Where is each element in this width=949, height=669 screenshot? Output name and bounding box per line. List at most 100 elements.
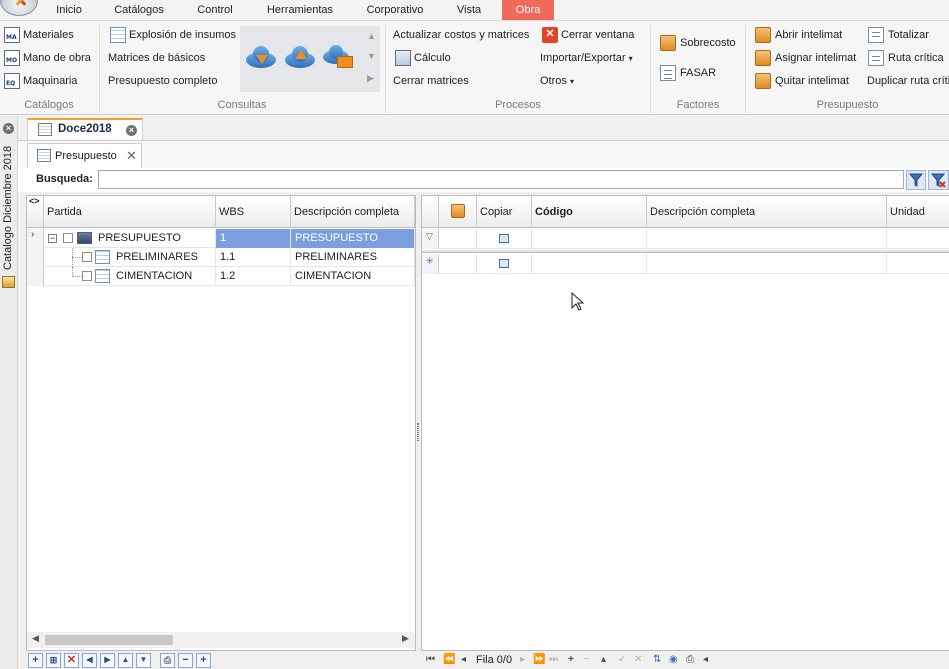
- column-header-partida[interactable]: Partida: [44, 196, 216, 228]
- importar-exportar-dropdown[interactable]: Importar/Exportar ▾: [540, 49, 633, 67]
- subtab-presupuesto[interactable]: Presupuesto ✕: [27, 143, 142, 168]
- column-header-descripcion[interactable]: Descripción completa: [291, 196, 415, 228]
- add-record-icon[interactable]: +: [568, 654, 574, 665]
- prev-page-icon[interactable]: ⏪: [443, 654, 455, 665]
- cerrar-ventana-button[interactable]: Cerrar ventana: [561, 26, 634, 44]
- column-header-codigo[interactable]: Código: [532, 196, 647, 228]
- scroll-left-icon[interactable]: ◀: [32, 633, 39, 644]
- mano-de-obra-button[interactable]: Mano de obra: [23, 49, 91, 67]
- print-icon[interactable]: ⎙: [686, 654, 694, 665]
- new-item-cell[interactable]: [887, 254, 949, 273]
- fasar-button[interactable]: FASAR: [680, 64, 716, 82]
- cell-descripcion[interactable]: CIMENTACION: [291, 267, 415, 286]
- new-item-cell[interactable]: [439, 254, 477, 273]
- expand-all-button[interactable]: +: [196, 653, 211, 668]
- cell-descripcion[interactable]: PRESUPUESTO: [291, 229, 415, 248]
- abrir-intelimat-button[interactable]: Abrir intelimat: [775, 26, 842, 44]
- app-menu-button[interactable]: [0, 0, 38, 16]
- collapse-icon[interactable]: −: [48, 234, 57, 243]
- row-indicator[interactable]: ›: [27, 229, 44, 248]
- move-left-button[interactable]: ◀: [82, 653, 97, 668]
- new-item-cell[interactable]: [647, 254, 887, 273]
- next-page-icon[interactable]: ⏩: [533, 654, 545, 665]
- row-indicator[interactable]: [27, 267, 44, 286]
- filter-cell[interactable]: [647, 229, 887, 248]
- row-checkbox[interactable]: [82, 271, 92, 281]
- tab-vista[interactable]: Vista: [448, 0, 490, 20]
- explosion-insumos-button[interactable]: Explosión de insumos: [129, 26, 236, 44]
- first-record-icon[interactable]: ⏮: [426, 654, 435, 665]
- gallery-up-icon[interactable]: ▲: [367, 31, 376, 41]
- cloud-sync-icon[interactable]: [321, 44, 355, 70]
- insert-child-button[interactable]: ⊞: [46, 653, 61, 668]
- scroll-left-icon[interactable]: ◂: [703, 654, 708, 665]
- ruta-critica-button[interactable]: Ruta crítica: [888, 49, 944, 67]
- prev-record-icon[interactable]: ◂: [461, 654, 466, 665]
- maquinaria-button[interactable]: Maquinaria: [23, 72, 77, 90]
- filter-cell[interactable]: [532, 229, 647, 248]
- horizontal-scrollbar[interactable]: ◀ ▶: [27, 632, 415, 648]
- expand-toggle[interactable]: <>: [29, 196, 40, 206]
- move-up-button[interactable]: ▲: [118, 653, 133, 668]
- column-header-descripcion[interactable]: Descripción completa: [647, 196, 887, 228]
- column-header-unidad[interactable]: Unidad: [887, 196, 949, 228]
- quitar-intelimat-button[interactable]: Quitar intelimat: [775, 72, 849, 90]
- presupuesto-completo-button[interactable]: Presupuesto completo: [108, 72, 217, 90]
- column-header-wbs[interactable]: WBS: [216, 196, 291, 228]
- duplicar-ruta-critica-button[interactable]: Duplicar ruta crítica: [867, 72, 949, 90]
- materiales-button[interactable]: Materiales: [23, 26, 74, 44]
- grid-corner[interactable]: <>: [27, 196, 44, 228]
- move-up-icon[interactable]: ▴: [601, 654, 606, 665]
- scroll-thumb[interactable]: [45, 635, 173, 645]
- table-row[interactable]: › − PRESUPUESTO 1 PRESUPUESTO: [27, 229, 415, 248]
- row-indicator[interactable]: [27, 248, 44, 267]
- row-checkbox[interactable]: [82, 252, 92, 262]
- tab-corporativo[interactable]: Corporativo: [356, 0, 434, 20]
- move-down-button[interactable]: ▼: [136, 653, 151, 668]
- accept-icon[interactable]: ✓: [618, 654, 626, 665]
- clear-filter-button[interactable]: [928, 170, 949, 190]
- move-right-button[interactable]: ▶: [100, 653, 115, 668]
- cell-wbs[interactable]: 1.1: [216, 248, 291, 267]
- matrices-basicos-button[interactable]: Matrices de básicos: [108, 49, 205, 67]
- filter-cell[interactable]: [887, 229, 949, 248]
- row-checkbox[interactable]: [63, 233, 73, 243]
- column-header-copiar[interactable]: Copiar: [477, 196, 532, 228]
- close-subtab-icon[interactable]: ✕: [126, 148, 137, 164]
- cell-partida[interactable]: CIMENTACION: [44, 267, 216, 286]
- cloud-upload-icon[interactable]: [283, 44, 317, 70]
- cancel-icon[interactable]: ✕: [634, 654, 642, 665]
- asignar-intelimat-button[interactable]: Asignar intelimat: [775, 49, 856, 67]
- cloud-download-icon[interactable]: [244, 44, 278, 70]
- tab-obra[interactable]: Obra: [502, 0, 554, 20]
- filter-cell[interactable]: [439, 229, 477, 248]
- new-item-row[interactable]: ✳: [422, 254, 949, 274]
- new-item-cell-copiar[interactable]: [477, 254, 532, 273]
- otros-dropdown[interactable]: Otros ▾: [540, 72, 574, 90]
- filter-cell-copiar[interactable]: [477, 229, 532, 248]
- next-record-icon[interactable]: ▸: [520, 654, 525, 665]
- tab-herramientas[interactable]: Herramientas: [258, 0, 342, 20]
- new-item-cell[interactable]: [532, 254, 647, 273]
- table-row[interactable]: CIMENTACION 1.2 CIMENTACION: [27, 267, 415, 286]
- cell-wbs[interactable]: 1.2: [216, 267, 291, 286]
- column-header-icon[interactable]: [439, 196, 477, 228]
- filter-button[interactable]: [906, 170, 926, 190]
- catalog-side-panel[interactable]: × Catalogo Diciembre 2018: [0, 116, 18, 669]
- gallery-down-icon[interactable]: ▼: [367, 51, 376, 61]
- remove-record-icon[interactable]: −: [584, 654, 590, 665]
- sobrecosto-button[interactable]: Sobrecosto: [680, 34, 736, 52]
- totalizar-button[interactable]: Totalizar: [888, 26, 929, 44]
- cell-descripcion[interactable]: PRELIMINARES: [291, 248, 415, 267]
- close-document-icon[interactable]: ×: [126, 125, 137, 136]
- actualizar-costos-button[interactable]: Actualizar costos y matrices: [393, 26, 529, 44]
- close-icon[interactable]: ×: [3, 123, 14, 134]
- table-row[interactable]: PRELIMINARES 1.1 PRELIMINARES: [27, 248, 415, 267]
- catalog-side-tab[interactable]: Catalogo Diciembre 2018: [2, 146, 16, 270]
- document-tab[interactable]: Doce2018 ×: [27, 118, 143, 140]
- collapse-all-button[interactable]: −: [178, 653, 193, 668]
- cell-wbs[interactable]: 1: [216, 229, 291, 248]
- grid-corner[interactable]: [422, 196, 439, 228]
- tab-catalogos[interactable]: Catálogos: [104, 0, 174, 20]
- tab-control[interactable]: Control: [188, 0, 242, 20]
